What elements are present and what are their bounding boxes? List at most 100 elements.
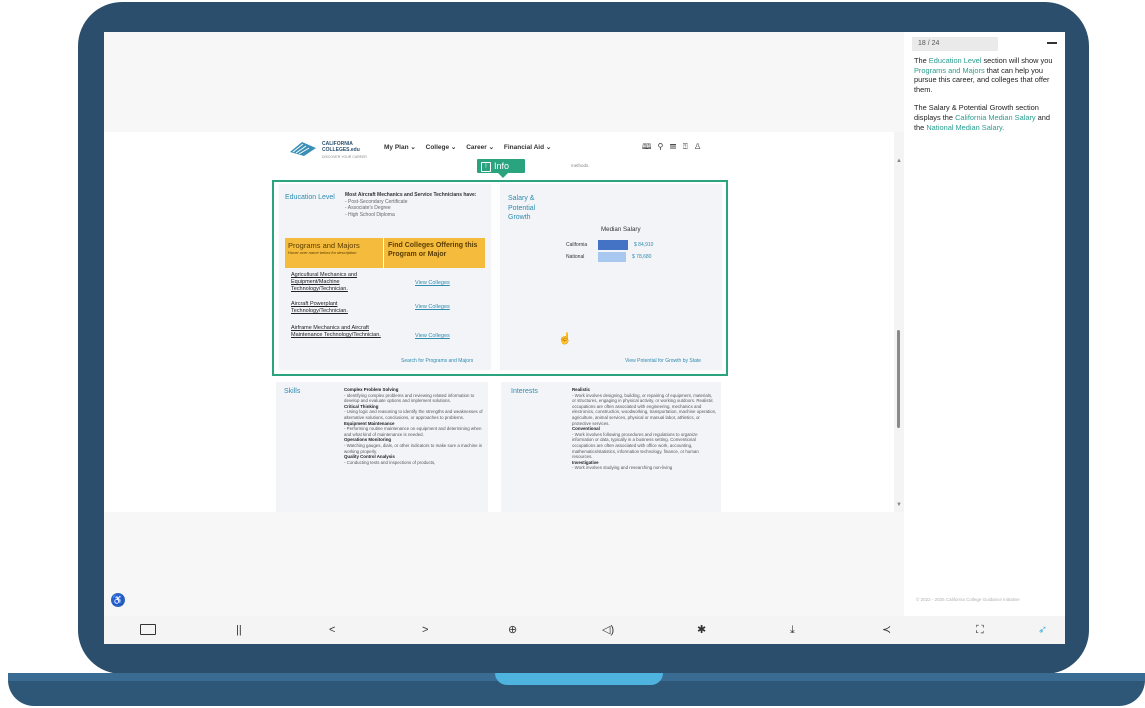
settings-icon[interactable]: ✱ — [697, 623, 706, 637]
chart-category-label: National — [566, 254, 585, 260]
screen: CALIFORNIA COLLEGES.edu DISCOVER YOUR CA… — [104, 32, 1065, 644]
accessibility-icon: ♿ — [112, 595, 124, 605]
interests-title: Interests — [511, 388, 538, 395]
education-level-title: Education Level — [285, 194, 335, 201]
highlighted-term: Programs and Majors — [914, 65, 985, 75]
accessibility-button[interactable]: ♿ — [111, 593, 125, 607]
chart-bar-california — [598, 240, 628, 250]
list-icon[interactable]: ☰ — [669, 142, 683, 151]
download-icon[interactable]: ⤓ — [790, 623, 795, 637]
side-panel-header: 18 / 24 — [912, 37, 1057, 51]
interests-card: Interests Realistic - Work involves desig… — [501, 382, 721, 512]
presentation-stage: CALIFORNIA COLLEGES.edu DISCOVER YOUR CA… — [104, 32, 904, 616]
program-name[interactable]: Aircraft Powerplant Technology/Technicia… — [291, 301, 383, 315]
education-level-card: Education Level Most Aircraft Mechanics … — [279, 184, 491, 370]
salary-growth-card: Salary & Potential Growth Median Salary … — [500, 184, 722, 370]
scrollbar-thumb[interactable] — [897, 330, 900, 428]
zoom-icon[interactable]: ⊕ — [508, 623, 517, 637]
help-icon[interactable]: ⍰ — [683, 142, 694, 151]
skills-card: Skills Complex Problem Solving - Identify… — [276, 382, 488, 512]
nav-my-plan[interactable]: My Plan ⌄ — [384, 144, 416, 151]
book-logo-icon — [290, 142, 316, 156]
skill-item: Quality Control Analysis - Conducting tes… — [344, 454, 436, 465]
laptop-notch — [495, 673, 663, 685]
next-icon[interactable]: > — [422, 623, 428, 637]
narration-paragraph-2: The Salary & Potential Growth section di… — [914, 103, 1056, 132]
nav-menu: My Plan ⌄ College ⌄ Career ⌄ Financial A… — [384, 143, 559, 151]
chart-title: Median Salary — [601, 226, 641, 233]
volume-icon[interactable]: ◁) — [602, 623, 614, 637]
skills-title: Skills — [284, 388, 301, 395]
programs-header: Programs and Majors — [288, 241, 360, 250]
site-navbar: CALIFORNIA COLLEGES.edu DISCOVER YOUR CA… — [288, 132, 738, 162]
website-embed: CALIFORNIA COLLEGES.edu DISCOVER YOUR CA… — [104, 132, 904, 607]
scroll-up-icon[interactable]: ▲ — [896, 158, 902, 164]
fullscreen-icon[interactable]: ⛶ — [976, 623, 984, 637]
program-name[interactable]: Agricultural Mechanics and Equipment/Mac… — [291, 272, 383, 293]
site-scrollbar[interactable]: ▲ ▼ — [894, 132, 904, 512]
logo-text: CALIFORNIA COLLEGES.edu — [322, 141, 360, 153]
skill-item: Complex Problem Solving - Identifying com… — [344, 387, 475, 404]
copyright-footer: © 2022 - 2025 California College Guidanc… — [916, 597, 1020, 602]
nav-financial-aid[interactable]: Financial Aid ⌄ — [504, 144, 551, 151]
player-controls: || < > ⊕ ◁) ✱ ⤓ ≺ ⛶ ➶ — [104, 616, 1065, 644]
info-badge-pointer — [498, 173, 508, 178]
programs-header-cell: Programs and Majors Hover over name belo… — [288, 241, 380, 255]
narration-text: section will show you — [981, 56, 1053, 65]
education-intro: Most Aircraft Mechanics and Service Tech… — [345, 192, 477, 198]
brand-logo-icon: ➶ — [1038, 624, 1048, 636]
nav-icons: 🕮⚲☰⍰♙ — [642, 141, 708, 155]
share-icon[interactable]: ≺ — [882, 623, 891, 637]
logo-tagline: DISCOVER YOUR CAREER — [322, 155, 367, 159]
truncated-text: methods. — [571, 163, 590, 168]
nav-career[interactable]: Career ⌄ — [466, 144, 494, 151]
chart-category-label: California — [566, 242, 588, 248]
side-panel-text: The Education Level section will show yo… — [914, 56, 1056, 141]
step-counter: 18 / 24 — [912, 37, 998, 51]
previous-icon[interactable]: < — [329, 623, 335, 637]
tour-side-panel: 18 / 24 The Education Level section will… — [904, 32, 1065, 616]
narration-paragraph-1: The Education Level section will show yo… — [914, 56, 1056, 94]
site-logo[interactable]: CALIFORNIA COLLEGES.edu DISCOVER YOUR CA… — [288, 138, 378, 160]
view-colleges-link[interactable]: View Colleges — [415, 280, 450, 286]
interests-list: Realistic - Work involves designing, buil… — [572, 387, 717, 471]
view-colleges-link[interactable]: View Colleges — [415, 304, 450, 310]
education-level-item: - High School Diploma — [345, 211, 395, 218]
program-name[interactable]: Airframe Mechanics and Aircraft Maintena… — [291, 325, 383, 339]
header-divider — [383, 238, 384, 268]
highlighted-term: National Median Salary. — [926, 122, 1005, 132]
interest-item: Investigative - Work involves studying an… — [572, 459, 673, 471]
info-label: Info — [494, 161, 510, 171]
programs-table-header: Programs and Majors Hover over name belo… — [285, 238, 485, 268]
interest-item: Conventional - Work involves following pr… — [572, 426, 699, 460]
chart-value-label: $ 78,680 — [632, 254, 652, 260]
search-icon[interactable]: ⚲ — [657, 142, 669, 151]
chart-value-label: $ 84,910 — [634, 242, 654, 248]
narration-text: The — [914, 56, 929, 65]
skills-list: Complex Problem Solving - Identifying com… — [344, 387, 484, 465]
interest-item: Realistic - Work involves designing, buil… — [572, 387, 717, 426]
skill-item: Operations Monitoring - Watching gauges, … — [344, 437, 482, 454]
user-icon[interactable]: ♙ — [694, 142, 708, 151]
nav-college[interactable]: College ⌄ — [426, 144, 457, 151]
salary-title: Salary & Potential Growth — [508, 195, 536, 221]
view-colleges-link[interactable]: View Colleges — [415, 333, 450, 339]
search-programs-link[interactable]: Search for Programs and Majors — [401, 358, 473, 364]
pause-icon[interactable]: || — [236, 623, 242, 637]
captions-icon[interactable] — [140, 624, 156, 635]
programs-hint: Hover over name below for description — [288, 250, 357, 255]
skill-item: Equipment Maintenance - Performing routin… — [344, 420, 482, 437]
highlighted-term: California Median Salary — [955, 112, 1036, 122]
book-icon[interactable]: 🕮 — [642, 142, 657, 151]
education-level-body: Most Aircraft Mechanics and Service Tech… — [345, 192, 485, 218]
highlighted-term: Education Level — [928, 56, 982, 65]
chart-bar-national — [598, 252, 626, 262]
info-icon: ! — [481, 162, 491, 172]
info-highlight-box: Education Level Most Aircraft Mechanics … — [272, 180, 728, 376]
minimize-icon[interactable] — [1047, 42, 1057, 44]
info-badge[interactable]: ! Info — [477, 159, 525, 173]
growth-by-state-link[interactable]: View Potential for Growth by State — [625, 358, 701, 364]
hand-cursor-icon: ☝ — [558, 333, 572, 345]
skill-item: Critical Thinking - Using logic and reaso… — [344, 403, 483, 420]
scroll-down-icon[interactable]: ▼ — [896, 502, 902, 508]
